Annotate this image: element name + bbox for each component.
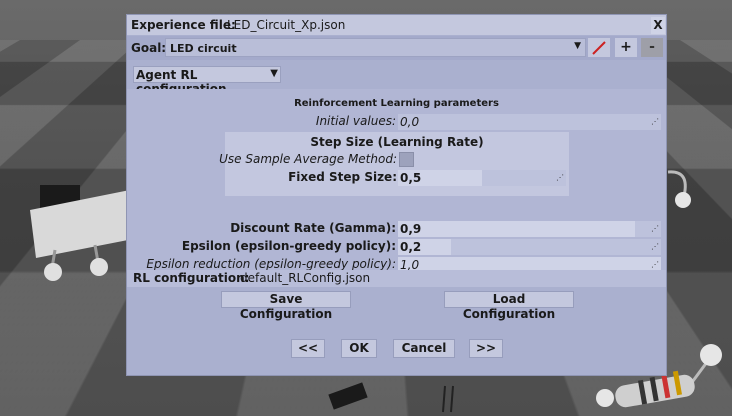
slider-fill bbox=[398, 221, 635, 237]
fixed-step-size-label: Fixed Step Size: bbox=[288, 170, 397, 184]
epsilon-value: 0,2 bbox=[400, 240, 422, 254]
rl-config-file: default_RLConfig.json bbox=[240, 271, 371, 285]
experience-file-name: LED_Circuit_Xp.json bbox=[227, 18, 346, 32]
section-dropdown[interactable]: Agent RL configuration ▼ bbox=[133, 66, 281, 96]
resize-grip-icon: ⋰ bbox=[651, 224, 659, 233]
resize-grip-icon: ⋰ bbox=[556, 173, 564, 182]
next-button[interactable]: >> bbox=[469, 339, 503, 358]
ok-button[interactable]: OK bbox=[341, 339, 377, 358]
initial-values-label: Initial values: bbox=[315, 114, 396, 128]
step-size-panel: Step Size (Learning Rate) Use Sample Ave… bbox=[219, 132, 569, 196]
close-button[interactable]: X bbox=[651, 17, 665, 34]
experience-file-label: Experience file: bbox=[131, 18, 236, 32]
discount-rate-slider[interactable]: 0,9 ⋰ bbox=[398, 221, 661, 237]
cancel-button[interactable]: Cancel bbox=[393, 339, 455, 358]
wire-lead-right bbox=[667, 170, 691, 208]
epsilon-label: Epsilon (epsilon-greedy policy): bbox=[181, 239, 396, 253]
epsilon-slider[interactable]: 0,2 ⋰ bbox=[398, 239, 661, 255]
edit-goal-button[interactable] bbox=[588, 38, 610, 57]
load-configuration-button[interactable]: Load Configuration bbox=[444, 291, 574, 321]
discount-rate-value: 0,9 bbox=[400, 222, 422, 236]
fixed-step-size-slider[interactable]: 0,5 ⋰ bbox=[398, 170, 566, 186]
remove-goal-button[interactable]: - bbox=[641, 38, 663, 57]
step-size-title: Step Size (Learning Rate) bbox=[310, 135, 484, 149]
sample-average-label: Use Sample Average Method: bbox=[219, 152, 397, 166]
pencil-slash-icon bbox=[592, 41, 606, 55]
switch-component bbox=[30, 185, 140, 281]
initial-values-field[interactable]: 0,0 ⋰ bbox=[398, 114, 661, 130]
previous-button[interactable]: << bbox=[291, 339, 325, 358]
bottom-components bbox=[328, 382, 454, 413]
save-configuration-button[interactable]: Save Configuration bbox=[221, 291, 351, 321]
dialog-titlebar: Experience file: LED_Circuit_Xp.json X bbox=[127, 15, 666, 35]
add-goal-button[interactable]: + bbox=[615, 38, 637, 57]
goal-dropdown[interactable]: LED circuit ▼ bbox=[165, 38, 586, 57]
rl-parameters-panel: Reinforcement Learning parameters Initia… bbox=[127, 89, 666, 281]
rl-config-row: RL configuration: default_RLConfig.json bbox=[127, 270, 666, 287]
resize-grip-icon: ⋰ bbox=[651, 242, 659, 251]
epsilon-reduction-label: Epsilon reduction (epsilon-greedy policy… bbox=[146, 257, 396, 271]
caret-down-icon: ▼ bbox=[270, 68, 278, 79]
rl-config-label: RL configuration: bbox=[133, 271, 250, 285]
initial-values-value: 0,0 bbox=[400, 115, 420, 129]
goal-selected-value: LED circuit bbox=[170, 42, 237, 55]
experience-dialog: Experience file: LED_Circuit_Xp.json X G… bbox=[126, 14, 667, 376]
discount-rate-label: Discount Rate (Gamma): bbox=[230, 221, 396, 235]
chevron-down-icon: ▼ bbox=[574, 41, 581, 51]
sample-average-checkbox[interactable] bbox=[399, 152, 414, 167]
resize-grip-icon: ⋰ bbox=[651, 117, 659, 126]
goal-row: Goal: LED circuit ▼ + - bbox=[127, 36, 666, 60]
fixed-step-size-value: 0,5 bbox=[400, 171, 422, 185]
resize-grip-icon: ⋰ bbox=[651, 260, 659, 269]
params-title: Reinforcement Learning parameters bbox=[294, 98, 499, 109]
goal-label: Goal: bbox=[131, 41, 167, 55]
